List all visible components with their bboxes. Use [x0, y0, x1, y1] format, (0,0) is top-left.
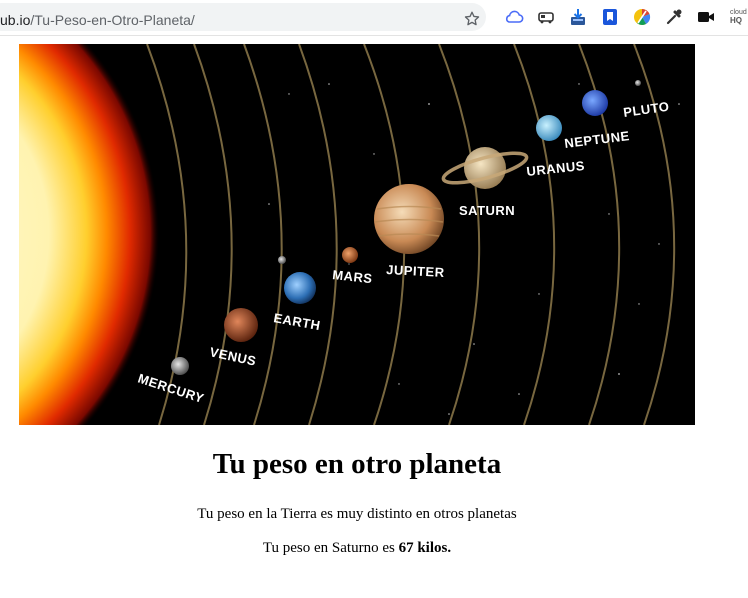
- planet-uranus: [536, 115, 562, 141]
- planet-venus: [224, 308, 258, 342]
- weight-prefix: Tu peso en Saturno es: [262, 540, 399, 556]
- url-path: /Tu-Peso-en-Otro-Planeta/: [30, 12, 195, 28]
- address-bar[interactable]: ub.io/Tu-Peso-en-Otro-Planeta/: [0, 3, 486, 31]
- color-wheel-icon[interactable]: [632, 7, 652, 27]
- planet-neptune: [582, 90, 608, 116]
- url-text[interactable]: ub.io/Tu-Peso-en-Otro-Planeta/: [0, 12, 195, 28]
- url-host: ub.io: [0, 12, 31, 28]
- planet-mars: [342, 247, 358, 263]
- eyedropper-icon[interactable]: [664, 7, 684, 27]
- cloud-icon[interactable]: [504, 7, 524, 27]
- planet-earth: [284, 272, 316, 304]
- solar-system-image: MERCURY VENUS EARTH MARS JUPITER SATURN …: [19, 44, 695, 425]
- planet-mercury: [171, 357, 189, 375]
- car-icon[interactable]: [536, 7, 556, 27]
- bookmark-icon[interactable]: [600, 7, 620, 27]
- bookmark-star-icon[interactable]: [463, 10, 481, 28]
- page-title: Tu peso en otro planeta: [212, 448, 502, 480]
- label-saturn: SATURN: [459, 203, 515, 218]
- label-jupiter: JUPITER: [386, 262, 445, 280]
- planet-pluto: [635, 80, 641, 86]
- cloud-hq-icon[interactable]: cloud HQ: [730, 9, 748, 29]
- cloud-hq-label-bottom: HQ: [730, 16, 742, 25]
- sun: [19, 44, 169, 425]
- weight-value: 67 kilos.: [398, 540, 452, 556]
- download-icon[interactable]: [568, 7, 588, 27]
- browser-toolbar: ub.io/Tu-Peso-en-Otro-Planeta/ cloud HQ: [0, 0, 748, 36]
- page-subtitle: Tu peso en la Tierra es muy distinto en …: [197, 506, 517, 522]
- video-camera-icon[interactable]: [696, 7, 716, 27]
- moon: [278, 256, 286, 264]
- weight-result: Tu peso en Saturno es 67 kilos.: [0, 540, 714, 557]
